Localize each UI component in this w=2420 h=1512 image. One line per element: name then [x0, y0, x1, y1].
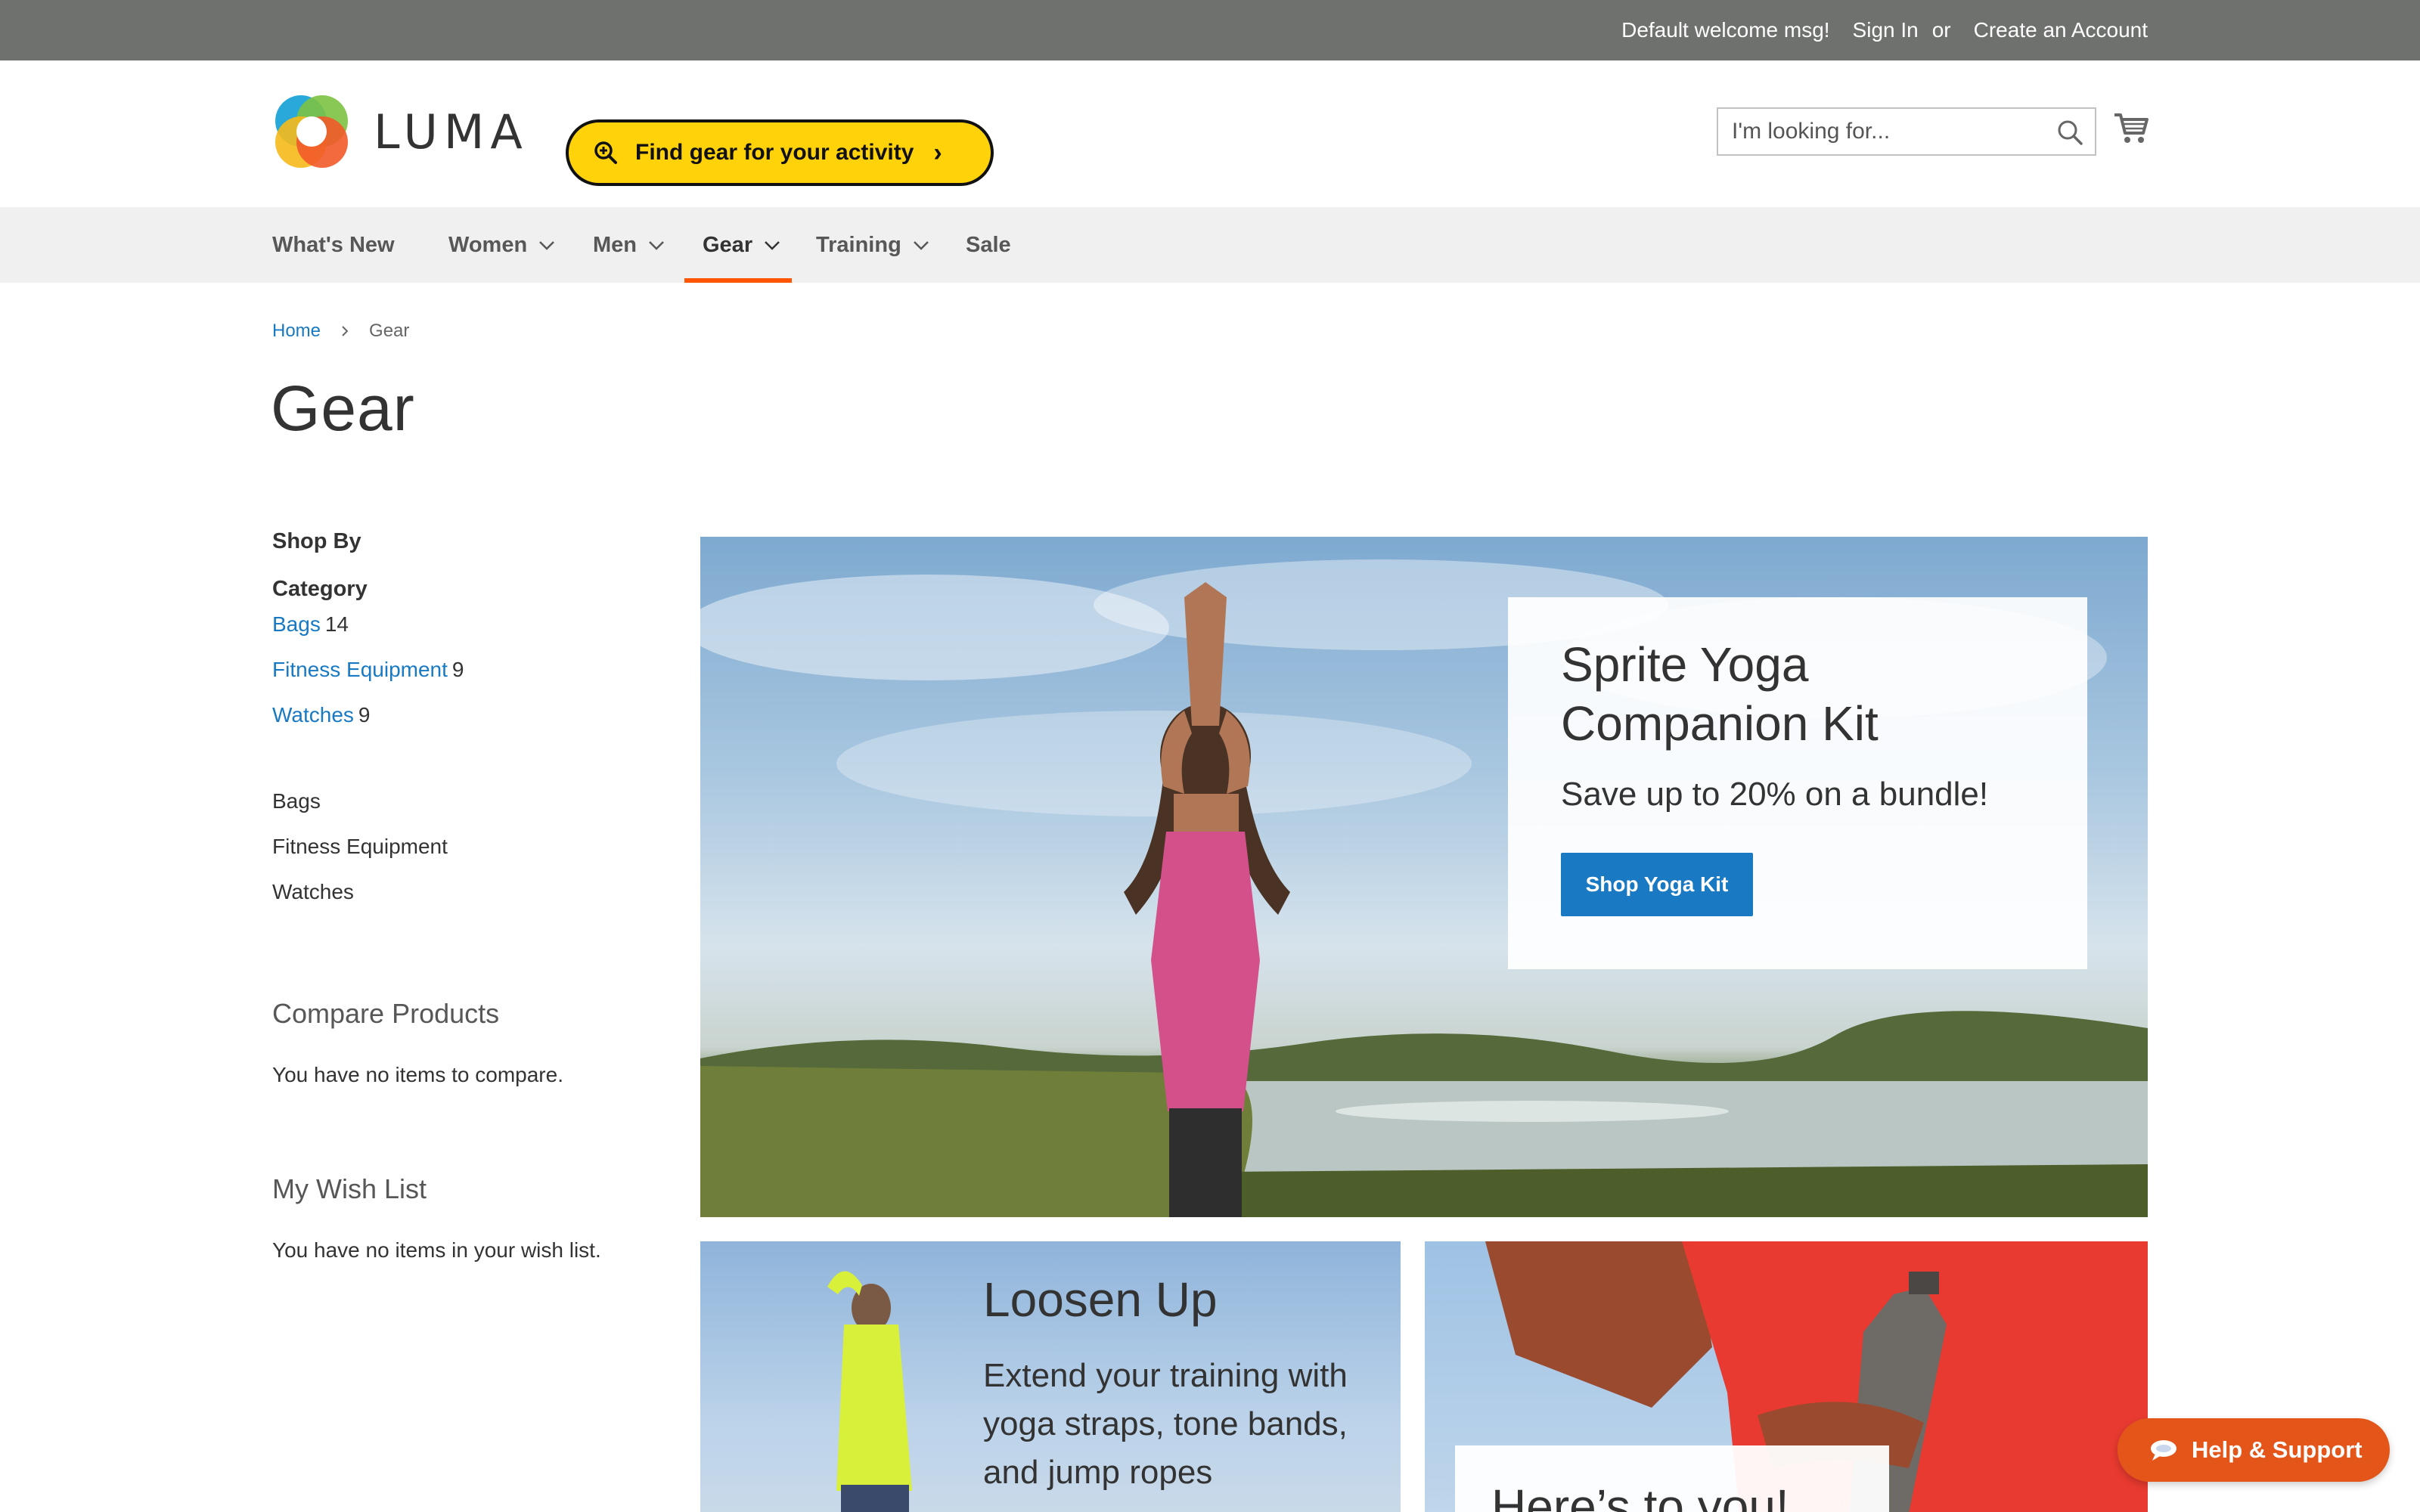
page-header: LUMA Find gear for your activity ›: [0, 60, 2420, 207]
compare-products-block: Compare Products You have no items to co…: [272, 998, 563, 1087]
chevron-down-icon: [913, 241, 929, 250]
compare-empty-message: You have no items to compare.: [272, 1063, 563, 1086]
nav-item-training[interactable]: Training: [816, 207, 930, 283]
nav-item-men[interactable]: Men: [593, 207, 666, 283]
help-support-label: Help & Support: [2192, 1436, 2363, 1463]
sidebar: Shop By Category Bags 14 Fitness Equipmen…: [272, 529, 666, 1262]
chat-bubble-icon: [2151, 1440, 2176, 1461]
nav-item-label: Sale: [966, 232, 1011, 257]
filter-item-fitness-equipment: Fitness Equipment 9: [272, 656, 666, 683]
luma-logo[interactable]: LUMA: [272, 92, 529, 171]
wish-list-block: My Wish List You have no items in your w…: [272, 1173, 601, 1263]
filter-item-bags: Bags 14: [272, 611, 666, 638]
promo-title: Here’s to you!: [1491, 1479, 1789, 1512]
find-gear-label: Find gear for your activity: [635, 140, 914, 165]
compare-products-title: Compare Products: [272, 998, 500, 1029]
logo-text: LUMA: [374, 104, 529, 160]
cart-icon[interactable]: [2113, 110, 2149, 145]
filter-count: 9: [358, 703, 371, 727]
nav-item-sale[interactable]: Sale: [966, 207, 1011, 283]
luma-logo-icon: [275, 95, 348, 168]
category-filter-title: Category: [272, 577, 368, 601]
nav-item-women[interactable]: Women: [448, 207, 556, 283]
category-item-bags[interactable]: Bags: [272, 788, 666, 815]
promo-content-card: Here’s to you!: [1455, 1445, 1889, 1512]
nav-item-label: Men: [593, 232, 637, 257]
promo-tile-heres-to-you[interactable]: Here’s to you!: [1425, 1241, 2148, 1512]
search-input[interactable]: [1732, 110, 2049, 153]
filter-count: 14: [324, 612, 349, 636]
nav-item-label: What's New: [272, 232, 395, 257]
chevron-down-icon: [765, 241, 780, 250]
chevron-down-icon: [649, 241, 664, 250]
welcome-message: Default welcome msg!: [1621, 18, 1830, 42]
sign-in-link[interactable]: Sign In: [1853, 18, 1919, 42]
nav-item-label: Training: [816, 232, 901, 257]
category-item-fitness-equipment[interactable]: Fitness Equipment: [272, 833, 666, 860]
header-links: Default welcome msg! Sign In or Create a…: [1621, 0, 2148, 60]
search-box: [1717, 107, 2096, 156]
help-support-button[interactable]: Help & Support: [2118, 1418, 2390, 1482]
nav-item-label: Women: [448, 232, 528, 257]
breadcrumb: Home Gear: [272, 321, 409, 342]
filter-item-watches: Watches 9: [272, 702, 666, 729]
search-icon[interactable]: [2055, 118, 2084, 147]
shop-yoga-kit-button[interactable]: Shop Yoga Kit: [1561, 853, 1753, 916]
chevron-right-icon: [342, 326, 349, 336]
promo-tile-loosen-up[interactable]: Loosen Up Extend your training with yoga…: [700, 1241, 1401, 1512]
wish-list-empty-message: You have no items in your wish list.: [272, 1238, 601, 1262]
find-gear-button[interactable]: Find gear for your activity ›: [566, 119, 994, 186]
main-navigation: What's New Women Men Gear Training Sale: [0, 207, 2420, 283]
shop-by-title: Shop By: [272, 529, 361, 553]
filter-link[interactable]: Bags: [272, 612, 321, 636]
category-list: Bags Fitness Equipment Watches: [272, 788, 666, 906]
promo-title: Loosen Up: [983, 1272, 1218, 1327]
filter-count: 9: [451, 658, 464, 681]
promo-text: Extend your training with yoga straps, t…: [983, 1357, 1348, 1491]
chevron-down-icon: [539, 241, 555, 250]
top-panel: Default welcome msg! Sign In or Create a…: [0, 0, 2420, 60]
hero-title: Sprite Yoga Companion Kit: [1561, 637, 1879, 751]
wish-list-title: My Wish List: [272, 1173, 427, 1204]
breadcrumb-home-link[interactable]: Home: [272, 321, 321, 342]
filter-link[interactable]: Watches: [272, 703, 354, 727]
create-account-link[interactable]: Create an Account: [1974, 18, 2148, 42]
page-title: Gear: [271, 373, 415, 444]
filter-link[interactable]: Fitness Equipment: [272, 658, 448, 681]
nav-item-whats-new[interactable]: What's New: [272, 207, 395, 283]
breadcrumb-current: Gear: [369, 321, 410, 341]
category-item-watches[interactable]: Watches: [272, 878, 666, 906]
search-plus-icon: [594, 141, 617, 164]
hero-banner[interactable]: Sprite Yoga Companion Kit Save up to 20%…: [700, 537, 2148, 1217]
nav-item-label: Gear: [703, 232, 753, 257]
chevron-right-icon: ›: [933, 138, 942, 167]
or-separator: or: [1931, 18, 1951, 42]
hero-content-card: Sprite Yoga Companion Kit Save up to 20%…: [1508, 597, 2087, 969]
nav-item-gear[interactable]: Gear: [684, 207, 793, 283]
hero-subtitle: Save up to 20% on a bundle!: [1561, 776, 1989, 813]
